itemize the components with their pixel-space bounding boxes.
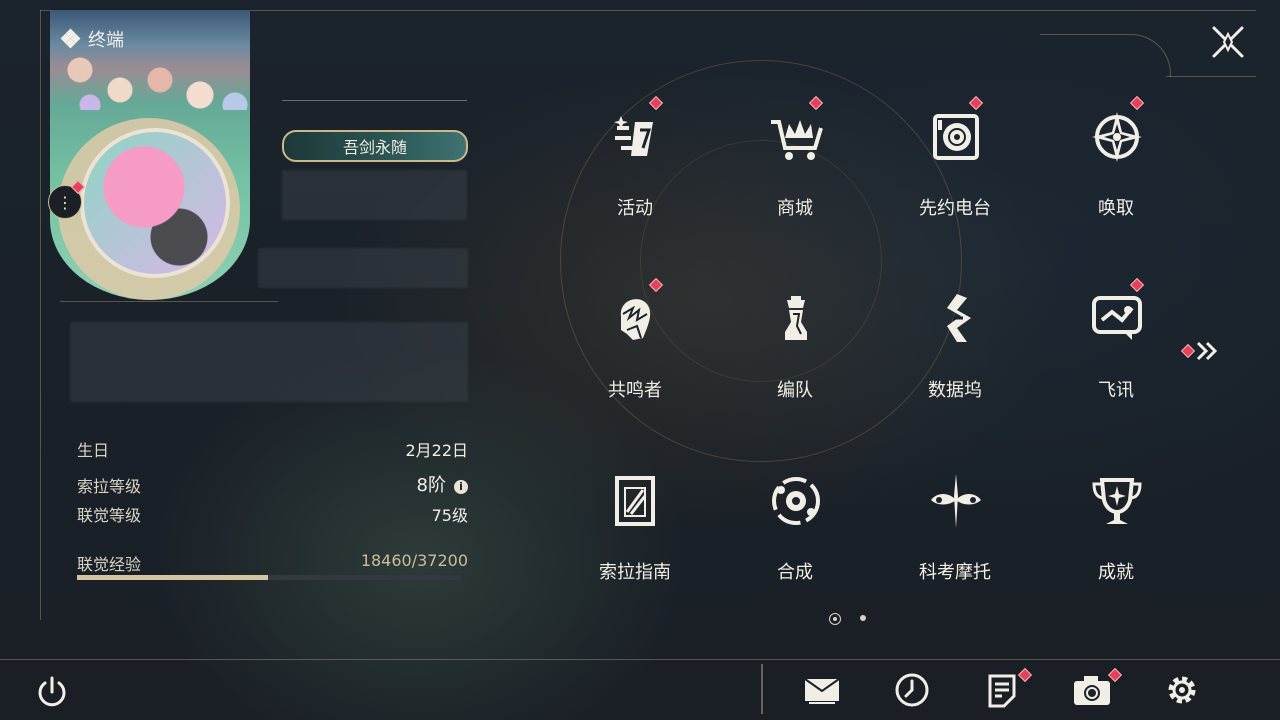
- menu-item-activity[interactable]: 活动: [565, 90, 705, 240]
- frame-curve: [1040, 34, 1171, 77]
- data-dock-icon: [947, 294, 971, 342]
- stat-label-union-level: 联觉等级: [77, 506, 142, 525]
- bottom-bar-separator: [761, 664, 763, 714]
- shop-crown-cart-icon: [771, 120, 823, 160]
- close-button[interactable]: [1208, 22, 1248, 62]
- stat-value-union-level: 75级: [431, 506, 468, 525]
- notes-button[interactable]: [982, 667, 1033, 710]
- menu-label: 唤取: [1098, 198, 1134, 219]
- settings-gear-icon: [1168, 676, 1196, 704]
- player-id-blurred: [258, 248, 468, 288]
- frame-right-line: [1166, 76, 1256, 77]
- compass-star-icon: [1092, 112, 1142, 162]
- menu-item-radio[interactable]: 先约电台: [885, 90, 1025, 240]
- menu-label: 飞讯: [1098, 380, 1134, 401]
- menu-item-resonators[interactable]: 共鸣者: [565, 272, 705, 422]
- notes-icon: [988, 674, 1016, 708]
- character-head-icon: [620, 299, 651, 340]
- menu-item-achievements[interactable]: 成就: [1046, 454, 1186, 604]
- menu-item-messages[interactable]: 飞讯: [1046, 272, 1186, 422]
- clock-button[interactable]: [892, 670, 932, 710]
- radio-disc-icon: [933, 114, 979, 160]
- menu-label: 合成: [777, 562, 813, 583]
- page-dot[interactable]: [860, 615, 866, 621]
- exp-progress-bar: [77, 575, 461, 580]
- menu-item-shop[interactable]: 商城: [725, 90, 865, 240]
- terminal-diamond-icon: [60, 28, 81, 49]
- synthesis-orbit-icon: [772, 477, 820, 525]
- mail-button[interactable]: [802, 670, 842, 710]
- menu-label: 共鸣者: [608, 380, 662, 401]
- guide-book-icon: [615, 476, 655, 526]
- clock-icon: [895, 673, 929, 707]
- power-icon: [38, 676, 66, 707]
- menu-label: 索拉指南: [599, 562, 671, 583]
- profile-divider: [60, 301, 278, 302]
- activity-icon: [614, 116, 653, 156]
- page-dot-active[interactable]: [829, 613, 841, 625]
- chat-bubble-icon: [1092, 296, 1142, 340]
- banner-artwork: [50, 10, 250, 110]
- stat-value-sol-level: 8阶: [416, 475, 446, 496]
- stat-value-sol-level-row: 8阶 i: [417, 471, 468, 497]
- player-name-blurred: [282, 170, 467, 220]
- page-title: 终端: [60, 26, 124, 52]
- menu-label: 成就: [1098, 562, 1134, 583]
- motorbike-star-icon: [931, 474, 981, 528]
- menu-label: 商城: [777, 198, 813, 219]
- more-vertical-icon: ⋮: [57, 192, 73, 212]
- menu-item-guide[interactable]: 索拉指南: [565, 454, 705, 604]
- frame-left-line: [40, 10, 41, 620]
- bottom-bar-divider: [0, 659, 1280, 660]
- menu-label: 科考摩托: [919, 562, 991, 583]
- page-title-text: 终端: [88, 30, 124, 51]
- info-icon[interactable]: i: [454, 480, 468, 494]
- signature-blurred: [70, 322, 468, 402]
- stat-label-sol-level: 索拉等级: [77, 477, 142, 496]
- menu-label: 先约电台: [919, 198, 991, 219]
- stat-value-birthday: 2月22日: [405, 441, 468, 460]
- profile-more-button[interactable]: ⋮: [48, 179, 86, 219]
- settings-button[interactable]: [1162, 670, 1202, 710]
- mail-icon: [804, 678, 840, 704]
- trophy-icon: [1092, 478, 1142, 524]
- title-badge[interactable]: 吾剑永随: [282, 130, 468, 162]
- menu-item-convene[interactable]: 唤取: [1046, 90, 1186, 240]
- exp-label: 联觉经验: [77, 555, 142, 574]
- notification-badge: [1017, 667, 1033, 683]
- stat-label-birthday: 生日: [77, 441, 110, 460]
- menu-item-synthesis[interactable]: 合成: [725, 454, 865, 604]
- menu-label: 编队: [777, 380, 813, 401]
- camera-button[interactable]: [1072, 667, 1123, 710]
- name-divider: [282, 100, 467, 101]
- camera-icon: [1074, 676, 1110, 705]
- double-chevron-right-icon: [1196, 341, 1218, 361]
- menu-item-motorbike[interactable]: 科考摩托: [885, 454, 1025, 604]
- chess-piece-icon: [785, 296, 807, 340]
- next-page-button[interactable]: [1180, 338, 1224, 364]
- title-badge-text: 吾剑永随: [342, 138, 407, 157]
- exp-progress-fill: [77, 575, 268, 580]
- exp-value: 18460/37200: [360, 551, 468, 570]
- menu-item-team[interactable]: 编队: [725, 272, 865, 422]
- menu-item-data-dock[interactable]: 数据坞: [885, 272, 1025, 422]
- close-icon: [1212, 26, 1244, 58]
- menu-label: 活动: [617, 198, 653, 219]
- avatar[interactable]: [80, 128, 230, 278]
- menu-label: 数据坞: [928, 380, 982, 401]
- power-button[interactable]: [32, 672, 72, 712]
